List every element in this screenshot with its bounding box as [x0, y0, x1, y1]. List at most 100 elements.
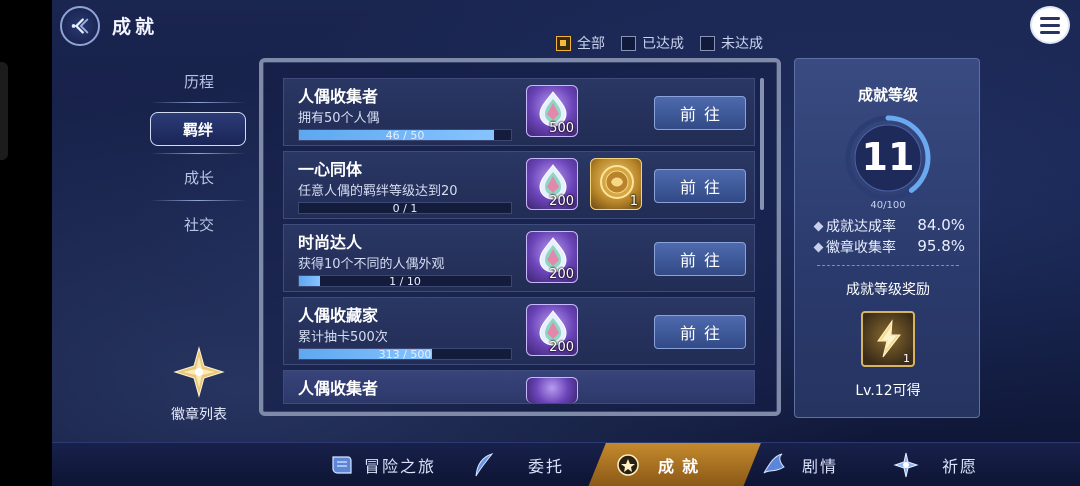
progress-bar: 1 / 10 — [298, 275, 512, 288]
category-history[interactable]: 历程 — [154, 71, 244, 92]
go-button[interactable]: 前往 — [654, 242, 746, 276]
sparkle-star-icon — [893, 452, 919, 478]
checkbox-completed[interactable] — [621, 35, 636, 51]
reward-item[interactable]: 200 — [526, 304, 578, 356]
achievement-desc: 累计抽卡500次 — [298, 330, 388, 345]
achievement-desc: 任意人偶的羁绊等级达到20 — [298, 184, 458, 199]
category-bond[interactable]: 羁绊 — [150, 112, 246, 146]
go-button[interactable]: 前往 — [654, 315, 746, 349]
achievement-title: 一心同体 — [298, 160, 363, 179]
go-button[interactable]: 前往 — [654, 96, 746, 130]
hamburger-menu-icon — [1040, 16, 1060, 20]
nav-wish[interactable]: 祈愿 — [892, 443, 978, 486]
achievement-row: 时尚达人 获得10个不同的人偶外观 1 / 10 200 前往 — [283, 224, 755, 292]
rank-level: 11 — [861, 135, 915, 179]
nav-commission[interactable]: 委托 — [470, 443, 564, 486]
achievement-row: 人偶收集者 拥有50个人偶 46 / 50 500 前往 — [283, 78, 755, 146]
filter-group: 全部 已达成 未达成 — [556, 33, 763, 53]
divider — [150, 102, 246, 103]
reward-item[interactable] — [526, 377, 578, 403]
filter-label: 已达成 — [642, 36, 684, 52]
completion-value: 84.0% — [917, 216, 965, 234]
achievement-title: 时尚达人 — [298, 233, 363, 252]
medal-icon — [617, 454, 639, 476]
reward-item[interactable]: 500 — [526, 85, 578, 137]
badge-list-label: 徽章列表 — [171, 407, 227, 423]
progress-text: 0 / 1 — [392, 202, 418, 215]
progress-bar: 46 / 50 — [298, 129, 512, 142]
badge-label: 徽章收集率 — [815, 237, 896, 257]
divider — [150, 153, 246, 154]
divider — [817, 265, 959, 266]
nav-label: 冒险之旅 — [364, 457, 437, 476]
completion-label: 成就达成率 — [815, 216, 896, 236]
progress-bar: 0 / 1 — [298, 202, 512, 215]
achievement-screen: 成就 全部 已达成 未达成 历程 羁绊 成长 社交 徽章列表 人偶收集者 拥有5… — [0, 0, 1080, 486]
filter-completed[interactable]: 已达成 — [621, 33, 684, 53]
achievement-title: 人偶收藏家 — [298, 306, 379, 325]
rank-reward-unlock: Lv.12可得 — [855, 383, 921, 399]
list-scrollbar[interactable] — [760, 78, 764, 210]
page-title: 成就 — [112, 16, 159, 38]
divider — [150, 200, 246, 201]
filter-all[interactable]: 全部 — [556, 33, 605, 53]
achievement-title: 人偶收集者 — [298, 379, 379, 398]
nav-label: 祈愿 — [942, 457, 979, 476]
reward-item[interactable]: 1 — [590, 158, 642, 210]
category-label: 羁绊 — [182, 121, 213, 139]
achievement-row: 人偶收集者 — [283, 370, 755, 404]
category-social[interactable]: 社交 — [154, 214, 244, 235]
bottom-nav: 冒险之旅 委托 成就 剧情 祈愿 — [52, 442, 1080, 486]
category-growth[interactable]: 成长 — [154, 167, 244, 188]
reward-qty: 1 — [629, 194, 638, 209]
back-arrow-icon — [71, 18, 89, 34]
menu-button[interactable] — [1030, 6, 1070, 44]
back-button[interactable] — [60, 6, 100, 46]
reward-qty: 1 — [903, 352, 910, 365]
achievement-desc: 拥有50个人偶 — [298, 111, 380, 126]
achievement-row: 一心同体 任意人偶的羁绊等级达到20 0 / 1 200 1 前往 — [283, 151, 755, 219]
rank-exp: 40/100 — [870, 200, 906, 211]
rank-reward-title: 成就等级奖励 — [846, 282, 930, 298]
feather-icon — [475, 453, 494, 477]
nav-story[interactable]: 剧情 — [760, 443, 838, 486]
reward-item[interactable]: 200 — [526, 158, 578, 210]
reward-qty: 200 — [549, 267, 574, 282]
device-notch — [0, 62, 8, 160]
filter-label: 未达成 — [721, 36, 763, 52]
rank-title: 成就等级 — [857, 86, 918, 104]
star-badge-icon — [173, 346, 225, 398]
achievement-row: 人偶收藏家 累计抽卡500次 313 / 500 200 前往 — [283, 297, 755, 365]
progress-text: 46 / 50 — [385, 129, 425, 142]
badge-value: 95.8% — [917, 237, 965, 255]
progress-bar: 313 / 500 — [298, 348, 512, 361]
reward-qty: 200 — [549, 340, 574, 355]
reward-qty: 200 — [549, 194, 574, 209]
badge-list-button[interactable]: 徽章列表 — [164, 346, 234, 424]
filter-label: 全部 — [577, 36, 605, 52]
nav-achievement[interactable]: 成就 — [614, 443, 706, 486]
device-edge — [0, 0, 52, 486]
nav-label: 剧情 — [802, 457, 839, 476]
scroll-map-icon — [332, 456, 352, 474]
go-button[interactable]: 前往 — [654, 169, 746, 203]
checkbox-incomplete[interactable] — [700, 35, 715, 51]
progress-text: 313 / 500 — [378, 348, 432, 361]
rank-reward-item[interactable]: 1 — [861, 311, 915, 367]
achievement-desc: 获得10个不同的人偶外观 — [298, 257, 445, 272]
nav-label: 委托 — [528, 457, 565, 476]
reward-item[interactable]: 200 — [526, 231, 578, 283]
progress-text: 1 / 10 — [389, 275, 421, 288]
nav-label: 成就 — [658, 457, 707, 476]
menu-line — [1040, 23, 1060, 27]
filter-incomplete[interactable]: 未达成 — [700, 33, 763, 53]
achievement-title: 人偶收集者 — [298, 87, 379, 106]
checkbox-all[interactable] — [556, 35, 571, 51]
reward-qty: 500 — [549, 121, 574, 136]
badge-stat: 徽章收集率 95.8% — [815, 237, 965, 257]
wave-book-icon — [763, 453, 785, 474]
menu-line — [1040, 30, 1060, 34]
completion-stat: 成就达成率 84.0% — [815, 216, 965, 236]
nav-adventure[interactable]: 冒险之旅 — [328, 443, 436, 486]
rank-panel: 成就等级 11 40/100 成就达成率 84.0% 徽章收集率 95.8% 成… — [794, 58, 980, 418]
